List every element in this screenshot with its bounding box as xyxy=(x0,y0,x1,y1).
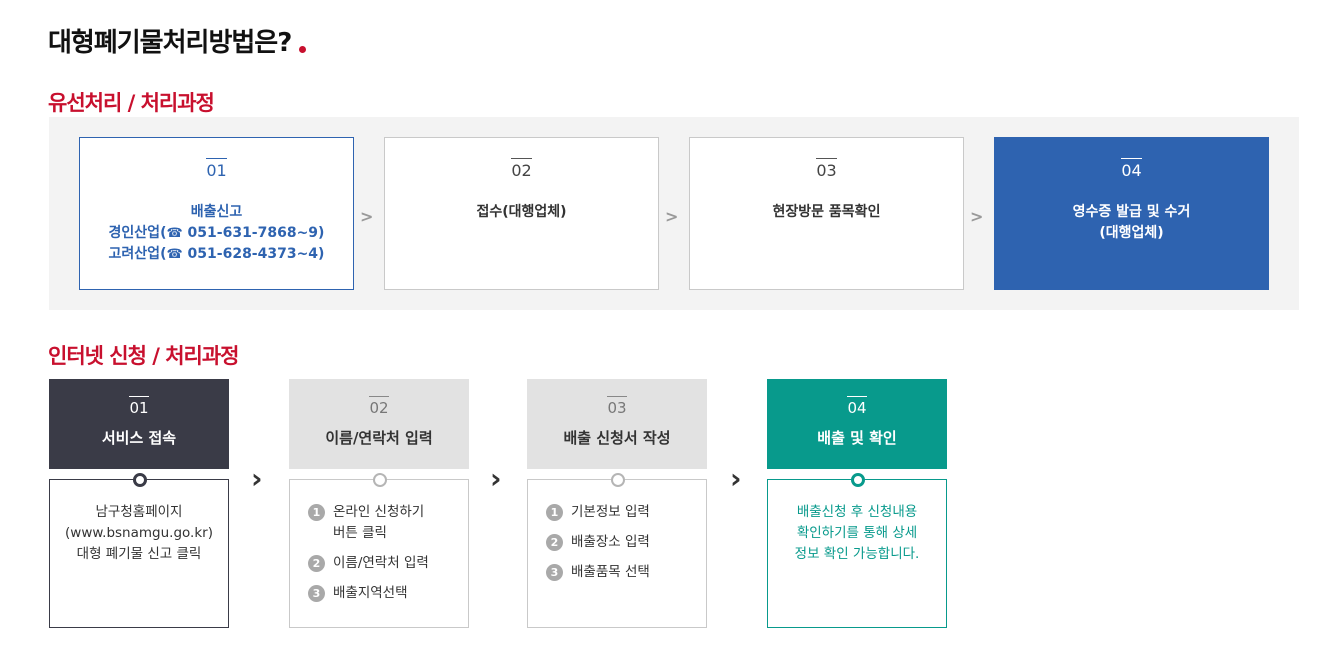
wired-step-3: 03 현장방문 품목확인 xyxy=(689,137,964,290)
wired-step-2: 02 접수(대행업체) xyxy=(384,137,659,290)
internet-step-2-body: 1 온라인 신청하기 버튼 클릭 2 이름/연락처 입력 3 배출지역선택 xyxy=(289,473,469,628)
wired-step-1-text: 배출신고 경인산업(☎ 051-631-7868~9) 고려산업(☎ 051-6… xyxy=(108,204,325,262)
internet-step-2-number: 02 xyxy=(369,396,389,417)
number-badge-icon: 1 xyxy=(546,504,563,521)
chevron-right-icon: › xyxy=(251,462,263,495)
internet-step-4-body: 배출신청 후 신청내용 확인하기를 통해 상세 정보 확인 가능합니다. xyxy=(767,473,947,628)
timeline-node-icon xyxy=(373,473,387,487)
list-item: 1 온라인 신청하기 버튼 클릭 xyxy=(308,502,468,544)
internet-step-4-label: 배출 및 확인 xyxy=(817,429,897,447)
timeline-node-icon xyxy=(133,473,147,487)
chevron-right-icon: › xyxy=(730,462,742,495)
internet-step-3-number: 03 xyxy=(607,396,627,417)
number-badge-icon: 2 xyxy=(546,534,563,551)
timeline-node-icon xyxy=(611,473,625,487)
internet-step-1-label: 서비스 접속 xyxy=(101,429,177,447)
internet-step-2-header: 02 이름/연락처 입력 xyxy=(289,379,469,469)
list-item: 2 이름/연락처 입력 xyxy=(308,553,468,574)
step-separator-icon: > xyxy=(970,207,984,226)
internet-step-3-header: 03 배출 신청서 작성 xyxy=(527,379,707,469)
number-badge-icon: 3 xyxy=(546,564,563,581)
wired-process-panel: 01 배출신고 경인산업(☎ 051-631-7868~9) 고려산업(☎ 05… xyxy=(49,117,1299,310)
internet-step-4: 04 배출 및 확인 배출신청 후 신청내용 확인하기를 통해 상세 정보 확인… xyxy=(767,379,947,628)
internet-step-3-body: 1 기본정보 입력 2 배출장소 입력 3 배출품목 선택 xyxy=(527,473,707,628)
number-badge-icon: 3 xyxy=(308,585,325,602)
internet-step-1-body: 남구청홈페이지 (www.bsnamgu.go.kr) 대형 폐기물 신고 클릭 xyxy=(49,473,229,628)
wired-step-2-number: 02 xyxy=(511,158,532,180)
internet-step-2: 02 이름/연락처 입력 1 온라인 신청하기 버튼 클릭 2 이름/연락처 입력 3… xyxy=(289,379,469,628)
step-separator-icon: > xyxy=(360,207,374,226)
list-item: 3 배출지역선택 xyxy=(308,583,468,604)
internet-section-title: 인터넷 신청 / 처리과정 xyxy=(48,344,239,368)
step-separator-icon: > xyxy=(665,207,679,226)
wired-step-3-text: 현장방문 품목확인 xyxy=(772,204,881,220)
number-badge-icon: 1 xyxy=(308,504,325,521)
wired-section-title: 유선처리 / 처리과정 xyxy=(48,91,215,115)
internet-step-1-number: 01 xyxy=(129,396,149,417)
wired-step-1: 01 배출신고 경인산업(☎ 051-631-7868~9) 고려산업(☎ 05… xyxy=(79,137,354,290)
number-badge-icon: 2 xyxy=(308,555,325,572)
internet-step-4-header: 04 배출 및 확인 xyxy=(767,379,947,469)
chevron-right-icon: › xyxy=(490,462,502,495)
list-item: 1 기본정보 입력 xyxy=(546,502,706,523)
phone-icon: ☎ xyxy=(166,247,183,262)
wired-step-4-text: 영수증 발급 및 수거 (대행업체) xyxy=(1072,204,1191,241)
internet-step-1-header: 01 서비스 접속 xyxy=(49,379,229,469)
internet-step-3: 03 배출 신청서 작성 1 기본정보 입력 2 배출장소 입력 3 배출품목 선택 xyxy=(527,379,707,628)
timeline-node-icon xyxy=(851,473,865,487)
wired-step-2-text: 접수(대행업체) xyxy=(476,204,567,220)
internet-step-1: 01 서비스 접속 남구청홈페이지 (www.bsnamgu.go.kr) 대형… xyxy=(49,379,229,628)
title-dot-icon xyxy=(299,46,307,53)
list-item: 2 배출장소 입력 xyxy=(546,532,706,553)
page-title: 대형폐기물처리방법은? xyxy=(48,22,307,59)
internet-step-2-label: 이름/연락처 입력 xyxy=(325,429,433,447)
list-item: 3 배출품목 선택 xyxy=(546,562,706,583)
wired-step-4: 04 영수증 발급 및 수거 (대행업체) xyxy=(994,137,1269,290)
wired-step-4-number: 04 xyxy=(1121,158,1142,180)
wired-step-1-number: 01 xyxy=(206,158,227,180)
wired-step-3-number: 03 xyxy=(816,158,837,180)
phone-icon: ☎ xyxy=(166,226,183,241)
internet-step-3-label: 배출 신청서 작성 xyxy=(563,429,671,447)
internet-step-4-number: 04 xyxy=(847,396,867,417)
